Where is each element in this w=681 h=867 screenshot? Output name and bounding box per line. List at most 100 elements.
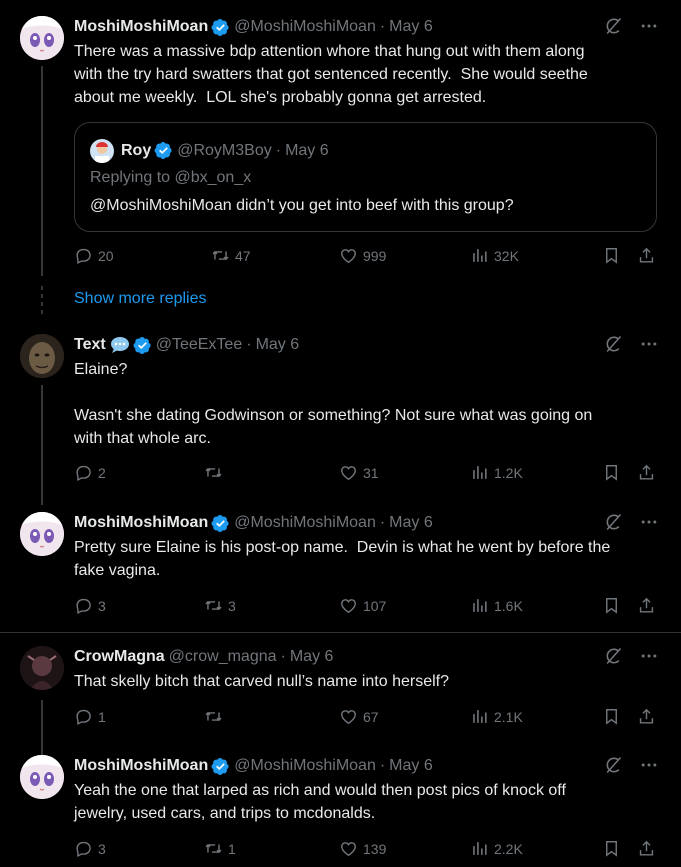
grok-icon[interactable] (603, 646, 623, 666)
reply-button[interactable]: 2 (74, 463, 106, 482)
tweet-text: That skelly bitch that carved null’s nam… (74, 673, 450, 690)
share-icon (637, 596, 656, 615)
reply-count: 1 (98, 708, 106, 725)
avatar[interactable] (20, 646, 64, 690)
avatar[interactable] (20, 755, 64, 799)
like-button[interactable]: 139 (339, 839, 386, 858)
quoted-tweet[interactable]: Roy @RoyM3Boy · May 6 Replying to @bx_on… (74, 122, 657, 232)
reply-button[interactable]: 3 (74, 596, 106, 615)
timestamp[interactable]: May 6 (256, 336, 300, 354)
like-button[interactable]: 67 (339, 707, 379, 726)
grok-icon[interactable] (603, 755, 623, 775)
share-icon (637, 246, 656, 265)
views-button[interactable]: 2.1K (470, 707, 523, 726)
like-button[interactable]: 107 (339, 596, 386, 615)
like-count: 31 (363, 464, 379, 481)
quote-avatar[interactable] (90, 139, 114, 163)
like-button[interactable]: 999 (339, 246, 386, 265)
handle[interactable]: @MoshiMoshiMoan (234, 18, 376, 36)
like-count: 999 (363, 247, 387, 264)
display-name[interactable]: CrowMagna (74, 648, 165, 666)
avatar[interactable] (20, 512, 64, 556)
display-name[interactable]: MoshiMoshiMoan (74, 514, 208, 532)
quote-handle[interactable]: @RoyM3Boy (177, 142, 272, 160)
reply-count: 2 (98, 464, 106, 481)
like-button[interactable]: 31 (339, 463, 379, 482)
separator: · (379, 757, 386, 774)
retweet-icon (204, 707, 223, 726)
tweet-text: Elaine? Wasn't she dating Godwinson or s… (74, 361, 593, 447)
views-icon (470, 463, 489, 482)
quote-header: Roy @RoyM3Boy · May 6 (121, 141, 329, 160)
speech-bubble-icon (110, 336, 130, 354)
timestamp[interactable]: May 6 (290, 648, 334, 666)
retweet-button[interactable]: 1 (204, 839, 236, 858)
reply-button[interactable]: 1 (74, 707, 106, 726)
views-count: 32K (494, 247, 519, 264)
reply-button[interactable]: 3 (74, 839, 106, 858)
handle[interactable]: @MoshiMoshiMoan (234, 514, 376, 532)
share-button[interactable] (637, 463, 656, 482)
views-button[interactable]: 1.6K (470, 596, 523, 615)
display-name[interactable]: MoshiMoshiMoan (74, 757, 208, 775)
grok-icon[interactable] (603, 16, 623, 36)
handle[interactable]: @MoshiMoshiMoan (234, 757, 376, 775)
quote-display-name[interactable]: Roy (121, 142, 151, 160)
tweet[interactable]: MoshiMoshiMoan @MoshiMoshiMoan · May 6 Y… (0, 755, 681, 865)
quote-timestamp[interactable]: May 6 (285, 142, 329, 160)
thread-dots (41, 286, 43, 314)
tweet[interactable]: MoshiMoshiMoan @MoshiMoshiMoan · May 6 P… (0, 512, 681, 622)
tweet[interactable]: MoshiMoshiMoan @MoshiMoshiMoan · May 6 T… (0, 16, 681, 276)
tweet-actions: 2 31 1.2K (74, 463, 659, 487)
show-more-replies-link[interactable]: Show more replies (74, 290, 207, 308)
retweet-button[interactable] (204, 463, 228, 482)
bookmark-button[interactable] (602, 707, 621, 726)
grok-icon[interactable] (603, 334, 623, 354)
display-name[interactable]: Text (74, 336, 106, 354)
views-icon (470, 246, 489, 265)
reply-button[interactable]: 20 (74, 246, 114, 265)
share-button[interactable] (637, 246, 656, 265)
bookmark-icon (602, 596, 621, 615)
views-button[interactable]: 1.2K (470, 463, 523, 482)
views-count: 2.2K (494, 840, 523, 857)
display-name[interactable]: MoshiMoshiMoan (74, 18, 208, 36)
bookmark-icon (602, 463, 621, 482)
retweet-button[interactable]: 47 (211, 246, 251, 265)
bookmark-icon (602, 839, 621, 858)
timestamp[interactable]: May 6 (389, 757, 433, 775)
more-icon[interactable] (639, 16, 659, 36)
bookmark-button[interactable] (602, 596, 621, 615)
timestamp[interactable]: May 6 (389, 18, 433, 36)
bookmark-button[interactable] (602, 839, 621, 858)
grok-icon[interactable] (603, 512, 623, 532)
handle[interactable]: @TeeExTee (156, 336, 243, 354)
heart-icon (339, 707, 358, 726)
avatar[interactable] (20, 16, 64, 60)
views-button[interactable]: 2.2K (470, 839, 523, 858)
more-icon[interactable] (639, 755, 659, 775)
separator: · (275, 141, 282, 159)
retweet-button[interactable] (204, 707, 228, 726)
tweet[interactable]: Text @TeeExTee · May 6 Elaine? Wasn't sh… (0, 334, 681, 494)
share-button[interactable] (637, 839, 656, 858)
tweet-top-icons (603, 755, 659, 775)
bookmark-button[interactable] (602, 463, 621, 482)
share-button[interactable] (637, 596, 656, 615)
avatar[interactable] (20, 334, 64, 378)
handle[interactable]: @crow_magna (169, 648, 277, 666)
more-icon[interactable] (639, 334, 659, 354)
more-icon[interactable] (639, 646, 659, 666)
reply-count: 3 (98, 597, 106, 614)
views-button[interactable]: 32K (470, 246, 519, 265)
tweet[interactable]: CrowMagna @crow_magna · May 6 That skell… (0, 646, 681, 741)
retweet-button[interactable]: 3 (204, 596, 236, 615)
tweet-top-icons (603, 16, 659, 36)
share-button[interactable] (637, 707, 656, 726)
timestamp[interactable]: May 6 (389, 514, 433, 532)
retweet-count: 47 (235, 247, 251, 264)
more-icon[interactable] (639, 512, 659, 532)
heart-icon (339, 246, 358, 265)
reply-count: 20 (98, 247, 114, 264)
bookmark-button[interactable] (602, 246, 621, 265)
